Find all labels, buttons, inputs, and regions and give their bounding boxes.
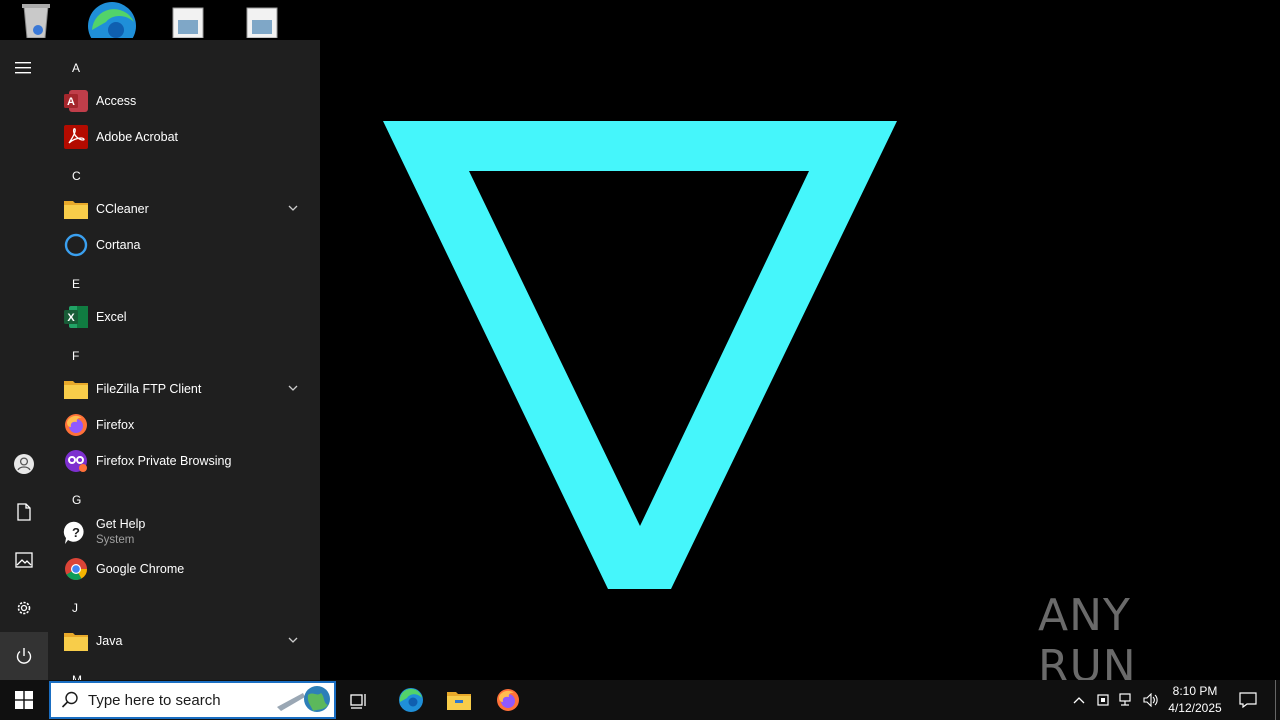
app-label-excel: Excel (96, 310, 127, 324)
cortana-icon (63, 232, 89, 258)
acrobat-icon (63, 124, 89, 150)
clock-date: 4/12/2025 (1168, 701, 1222, 715)
app-item-excel[interactable]: X Excel (48, 299, 320, 335)
chrome-icon (63, 556, 89, 582)
task-view-icon[interactable] (340, 680, 380, 720)
action-center-icon[interactable] (1234, 680, 1262, 720)
taskbar-firefox-icon[interactable] (487, 680, 529, 720)
file-icon-2[interactable] (232, 0, 292, 40)
group-letter-j[interactable]: J (72, 601, 78, 615)
settings-gear-icon[interactable] (0, 584, 48, 632)
svg-text:X: X (67, 312, 75, 324)
app-label-google-chrome: Google Chrome (96, 562, 185, 576)
clock-time: 8:10 PM (1172, 684, 1218, 698)
app-label-firefox: Firefox (96, 418, 135, 432)
access-icon: A (63, 88, 89, 114)
app-label-cortana: Cortana (96, 238, 141, 252)
search-icon (61, 691, 78, 708)
volume-icon[interactable] (1140, 680, 1162, 720)
power-icon[interactable] (0, 632, 48, 680)
app-item-access[interactable]: A Access (48, 83, 320, 119)
group-letter-f[interactable]: F (72, 349, 79, 363)
pictures-icon[interactable] (0, 536, 48, 584)
file-icon-1[interactable] (158, 0, 218, 40)
app-item-cortana[interactable]: Cortana (48, 227, 320, 263)
excel-icon: X (63, 304, 89, 330)
app-label-filezilla: FileZilla FTP Client (96, 382, 202, 396)
watermark-text: ANY RUN (1038, 590, 1137, 680)
folder-icon (63, 196, 89, 222)
chevron-down-icon[interactable] (288, 636, 298, 644)
app-item-get-help[interactable]: ? Get Help System (48, 515, 320, 551)
start-menu: A A Access Adobe Acrobat C CCleaner Cort… (0, 40, 320, 680)
hamburger-menu-icon[interactable] (0, 44, 48, 92)
app-label-access: Access (96, 94, 137, 108)
app-item-java[interactable]: Java (48, 623, 320, 659)
group-letter-c[interactable]: C (72, 169, 81, 183)
app-label-get-help: Get Help (96, 517, 146, 531)
app-item-filezilla[interactable]: FileZilla FTP Client (48, 371, 320, 407)
edge-icon[interactable] (82, 0, 142, 40)
search-placeholder: Type here to search (88, 692, 221, 709)
chevron-down-icon[interactable] (288, 384, 298, 392)
documents-icon[interactable] (0, 488, 48, 536)
group-letter-e[interactable]: E (72, 277, 80, 291)
svg-text:?: ? (72, 525, 80, 540)
wallpaper-triangle-logo (383, 121, 897, 589)
chevron-down-icon[interactable] (288, 204, 298, 212)
app-label-ccleaner: CCleaner (96, 202, 149, 216)
user-account-icon[interactable] (0, 440, 48, 488)
app-item-google-chrome[interactable]: Google Chrome (48, 551, 320, 587)
app-label-firefox-private: Firefox Private Browsing (96, 454, 232, 468)
taskbar-edge-icon[interactable] (390, 680, 432, 720)
app-sublabel-get-help: System (96, 534, 135, 546)
svg-text:A: A (67, 96, 75, 108)
app-item-ccleaner[interactable]: CCleaner (48, 191, 320, 227)
app-list: A A Access Adobe Acrobat C CCleaner Cort… (48, 40, 320, 680)
group-letter-a[interactable]: A (72, 61, 80, 75)
app-item-adobe-acrobat[interactable]: Adobe Acrobat (48, 119, 320, 155)
app-label-adobe-acrobat: Adobe Acrobat (96, 130, 179, 144)
app-item-firefox-private[interactable]: Firefox Private Browsing (48, 443, 320, 479)
folder-icon (63, 628, 89, 654)
firefox-private-icon (63, 448, 89, 474)
start-rail (0, 40, 48, 680)
search-box[interactable]: Type here to search (49, 681, 336, 719)
group-letter-m[interactable]: M (72, 673, 82, 680)
firefox-icon (63, 412, 89, 438)
windows-start-icon[interactable] (0, 680, 48, 720)
recycle-bin-icon[interactable] (6, 0, 66, 40)
get-help-icon: ? (63, 520, 89, 546)
anyrun-watermark: ANY RUN (1038, 590, 1238, 680)
clock[interactable]: 8:10 PM 4/12/2025 (1160, 680, 1230, 720)
app-label-java: Java (96, 634, 123, 648)
search-highlight-globe-icon (277, 686, 330, 712)
file-explorer-icon[interactable] (438, 680, 480, 720)
show-desktop-divider[interactable] (1275, 680, 1276, 720)
group-letter-g[interactable]: G (72, 493, 81, 507)
show-hidden-icons-chevron-icon[interactable] (1068, 680, 1090, 720)
folder-icon (63, 376, 89, 402)
app-item-firefox[interactable]: Firefox (48, 407, 320, 443)
tray-app-icon[interactable] (1092, 680, 1114, 720)
network-icon[interactable] (1116, 680, 1138, 720)
